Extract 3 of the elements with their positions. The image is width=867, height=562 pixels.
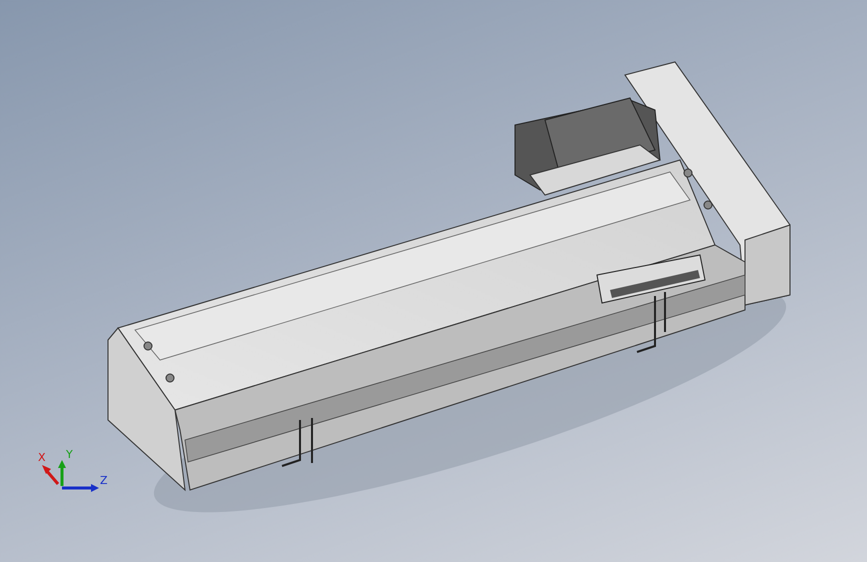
axis-label: Z (100, 474, 108, 487)
axis-label: Y (66, 448, 73, 461)
axis-label: X (38, 451, 46, 464)
